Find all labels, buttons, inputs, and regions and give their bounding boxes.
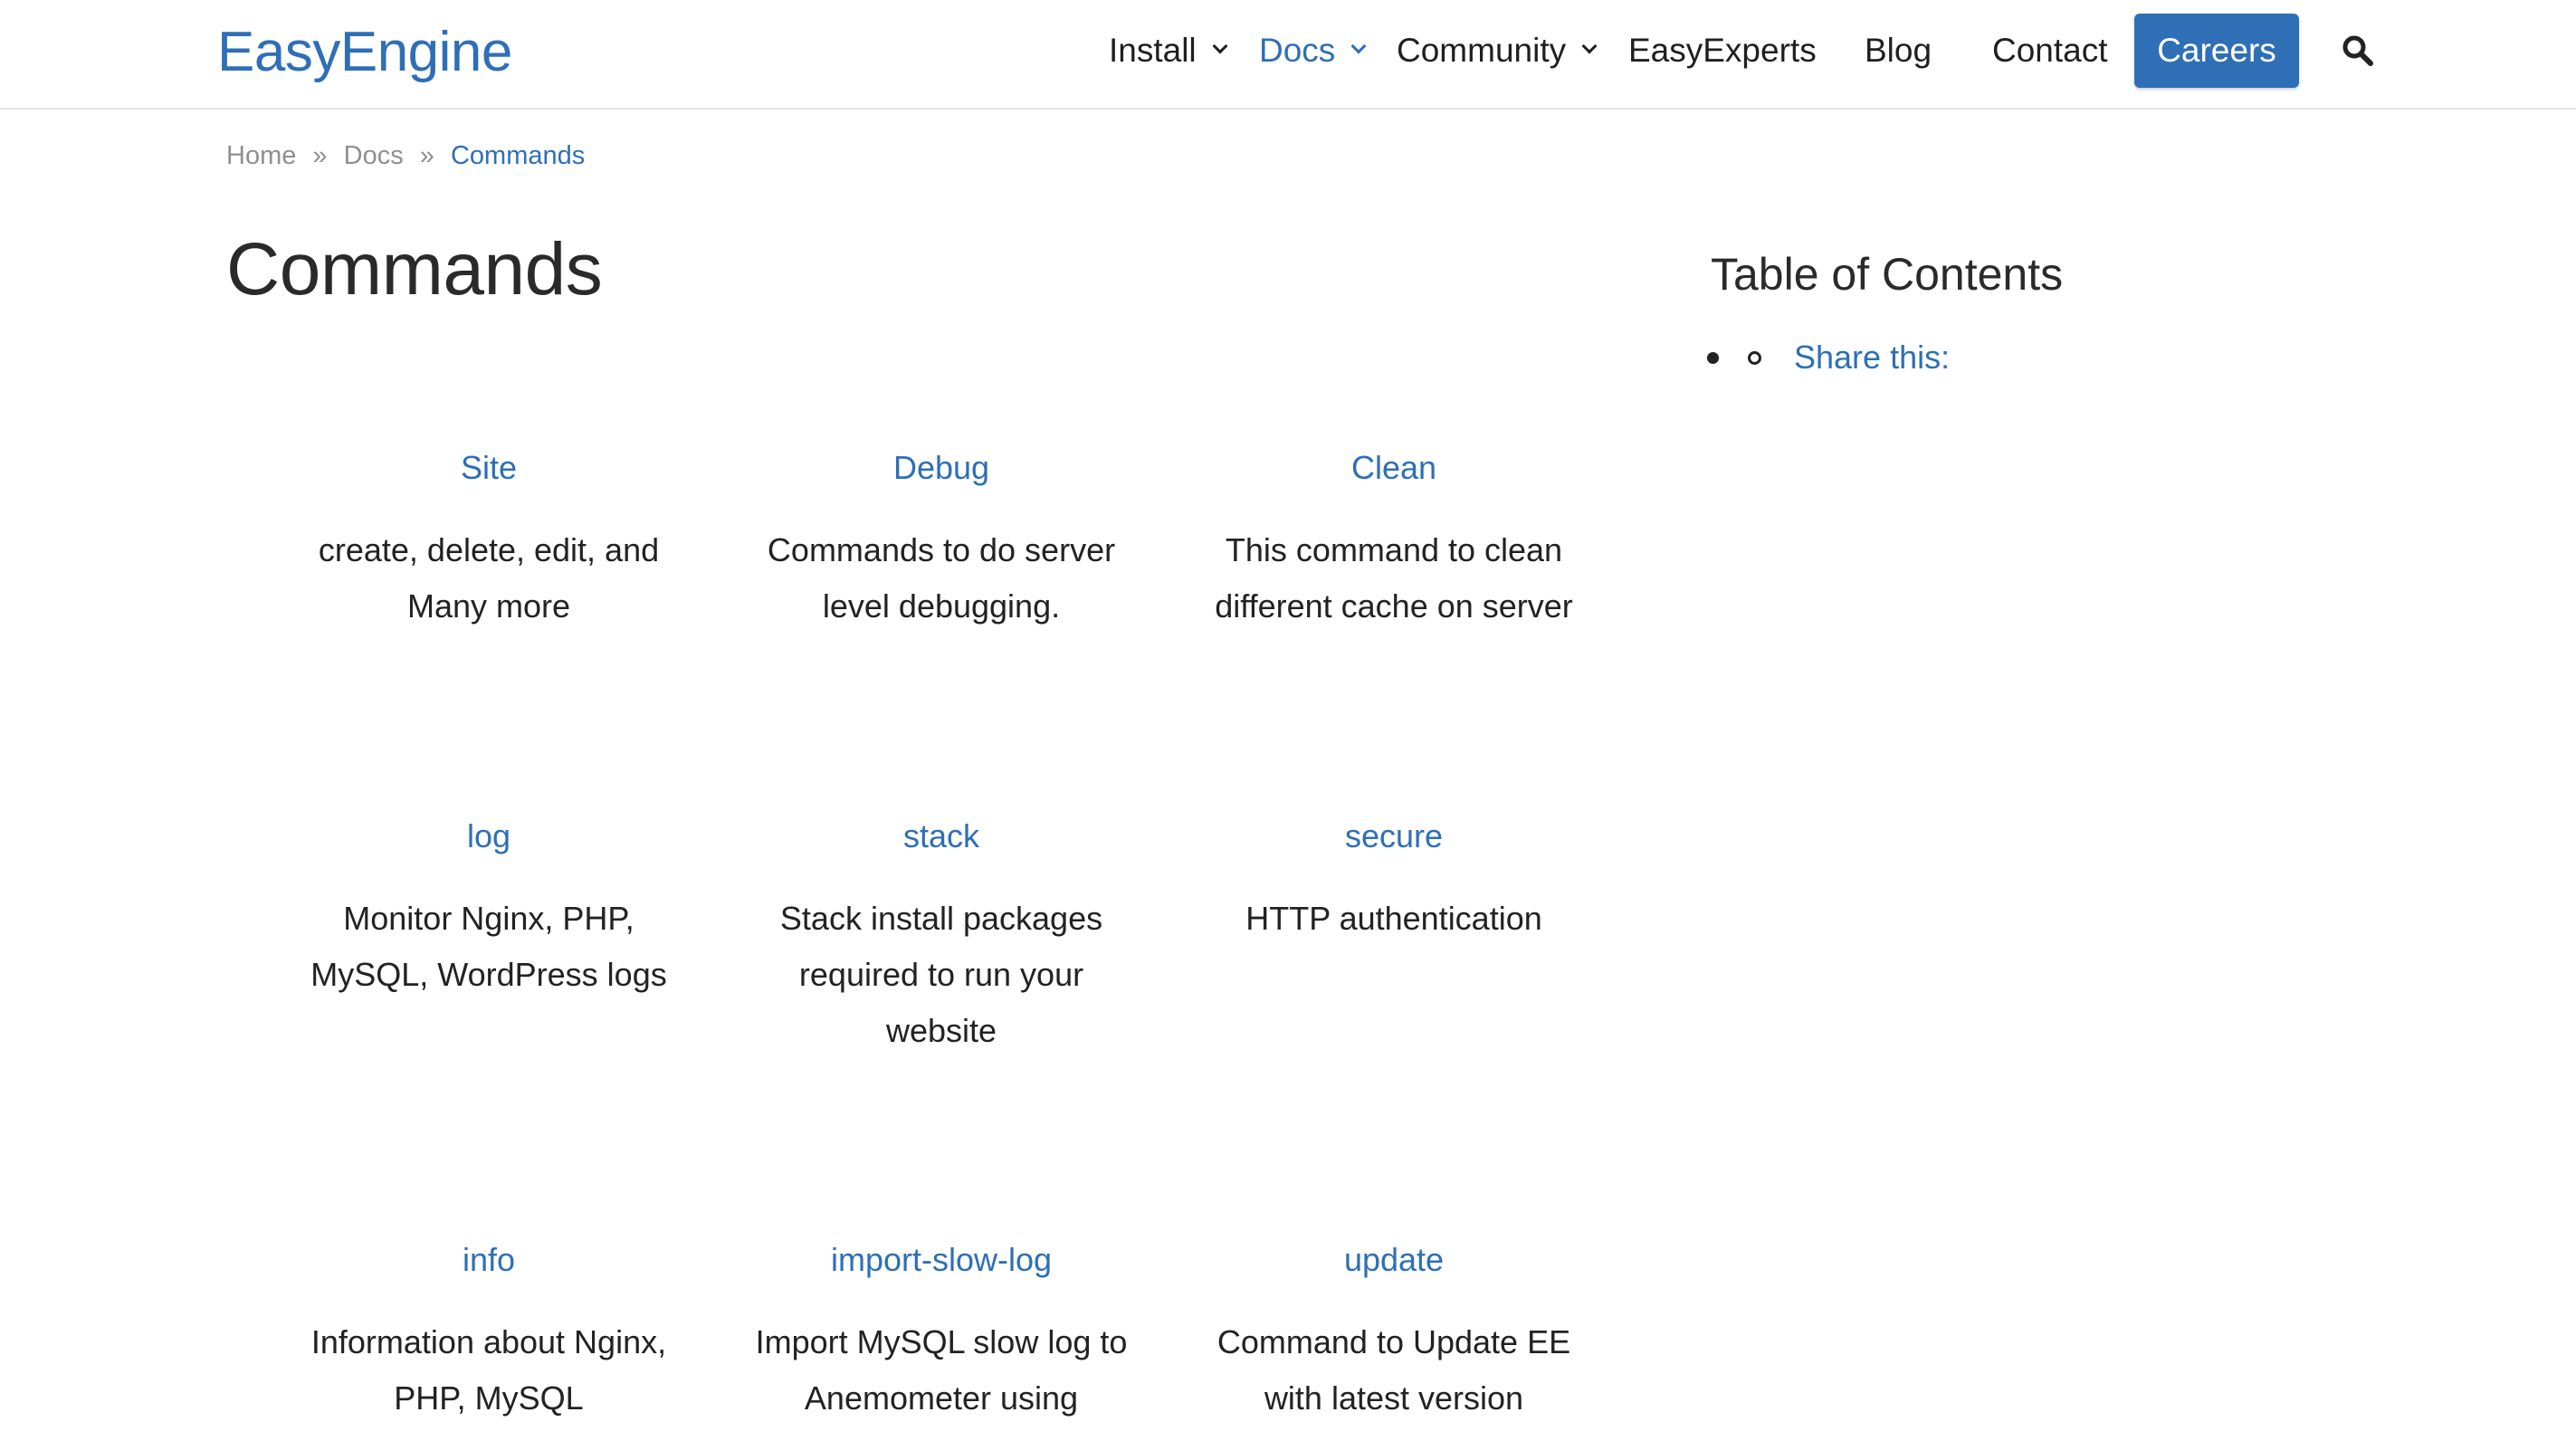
careers-button[interactable]: Careers xyxy=(2134,14,2299,88)
command-description: Import MySQL slow log to Anemometer usin… xyxy=(742,1314,1140,1427)
breadcrumb-home[interactable]: Home xyxy=(226,141,296,170)
command-description: Commands to do server level debugging. xyxy=(742,522,1140,635)
nav-install-label: Install xyxy=(1109,32,1197,69)
nav-easyexperts[interactable]: EasyExperts xyxy=(1628,14,1817,87)
description-line: website xyxy=(885,1012,997,1049)
command-link-log[interactable]: log xyxy=(290,811,688,862)
nav-docs-label: Docs xyxy=(1259,32,1336,69)
command-card-debug: Debug Commands to do server level debugg… xyxy=(742,443,1140,635)
toc-link-share-this[interactable]: Share this: xyxy=(1794,330,1950,385)
command-description: Monitor Nginx, PHP, MySQL, WordPress log… xyxy=(290,891,688,1003)
description-line: MySQL, WordPress logs xyxy=(310,956,667,993)
search-icon xyxy=(2342,35,2373,66)
nav-docs[interactable]: Docs xyxy=(1259,14,1367,87)
breadcrumb-separator: » xyxy=(312,141,328,170)
command-link-info[interactable]: info xyxy=(290,1235,688,1285)
description-line: PHP, MySQL xyxy=(394,1379,584,1417)
nav-contact-label: Contact xyxy=(1992,32,2108,69)
chevron-down-icon xyxy=(1212,38,1228,54)
breadcrumb-commands[interactable]: Commands xyxy=(451,141,585,170)
command-description: Information about Nginx, PHP, MySQL xyxy=(290,1314,688,1427)
description-line: Stack install packages xyxy=(779,900,1103,937)
circle-bullet-icon xyxy=(1748,350,1761,365)
description-line: different cache on server xyxy=(1215,587,1573,625)
nav-install[interactable]: Install xyxy=(1109,14,1228,87)
nav-community-label: Community xyxy=(1397,32,1567,69)
nav-easyexperts-label: EasyExperts xyxy=(1628,32,1817,69)
command-card-secure: secure HTTP authentication xyxy=(1195,811,1593,947)
bullet-icon xyxy=(1707,351,1719,364)
nav-community[interactable]: Community xyxy=(1397,14,1598,87)
command-link-update[interactable]: update xyxy=(1195,1235,1593,1285)
description-line: Commands to do server xyxy=(767,531,1116,568)
breadcrumb: Home » Docs » Commands xyxy=(226,136,585,176)
description-line: HTTP authentication xyxy=(1245,900,1542,937)
description-line: Many more xyxy=(406,587,571,625)
chevron-down-icon xyxy=(1581,38,1598,54)
command-link-secure[interactable]: secure xyxy=(1195,811,1593,862)
command-description: create, delete, edit, and Many more xyxy=(290,522,688,635)
command-card-site: Site create, delete, edit, and Many more xyxy=(290,443,688,635)
site-header: EasyEngine Install Docs Community EasyEx… xyxy=(0,0,2576,110)
toc-title: Table of Contents xyxy=(1711,249,2064,300)
nav-contact[interactable]: Contact xyxy=(1992,14,2108,87)
command-description: This command to clean different cache on… xyxy=(1195,522,1593,635)
description-line: level debugging. xyxy=(822,587,1061,625)
command-link-debug[interactable]: Debug xyxy=(742,443,1140,493)
description-line: required to run your xyxy=(798,956,1084,993)
description-line: Information about Nginx, xyxy=(310,1323,667,1360)
command-card-import-slow-log: import-slow-log Import MySQL slow log to… xyxy=(742,1235,1140,1427)
breadcrumb-separator: » xyxy=(419,141,434,170)
description-line: Command to Update EE xyxy=(1216,1323,1571,1360)
command-link-import-slow-log[interactable]: import-slow-log xyxy=(742,1235,1140,1285)
description-line: Monitor Nginx, PHP, xyxy=(343,900,634,937)
command-link-site[interactable]: Site xyxy=(290,443,688,493)
command-card-update: update Command to Update EE with latest … xyxy=(1195,1235,1593,1427)
command-card-stack: stack Stack install packages required to… xyxy=(742,811,1140,1059)
site-logo[interactable]: EasyEngine xyxy=(217,20,512,85)
command-card-clean: Clean This command to clean different ca… xyxy=(1195,443,1593,635)
command-card-log: log Monitor Nginx, PHP, MySQL, WordPress… xyxy=(290,811,688,1003)
description-line: with latest version xyxy=(1264,1379,1524,1417)
chevron-down-icon xyxy=(1350,38,1367,54)
command-description: Stack install packages required to run y… xyxy=(742,891,1140,1059)
nav-blog[interactable]: Blog xyxy=(1865,14,1932,87)
description-line: create, delete, edit, and xyxy=(318,531,660,568)
nav-blog-label: Blog xyxy=(1865,32,1932,69)
search-button[interactable] xyxy=(2342,34,2374,67)
command-card-info: info Information about Nginx, PHP, MySQL xyxy=(290,1235,688,1427)
command-description: HTTP authentication xyxy=(1195,891,1593,947)
description-line: Import MySQL slow log to xyxy=(755,1323,1128,1360)
breadcrumb-docs[interactable]: Docs xyxy=(344,141,404,170)
description-line: Anemometer using xyxy=(804,1379,1079,1417)
command-description: Command to Update EE with latest version xyxy=(1195,1314,1593,1427)
command-link-stack[interactable]: stack xyxy=(742,811,1140,862)
page-title: Commands xyxy=(226,228,603,310)
toc-list: Share this: xyxy=(1707,330,1950,385)
command-link-clean[interactable]: Clean xyxy=(1195,443,1593,493)
description-line: This command to clean xyxy=(1225,531,1563,568)
